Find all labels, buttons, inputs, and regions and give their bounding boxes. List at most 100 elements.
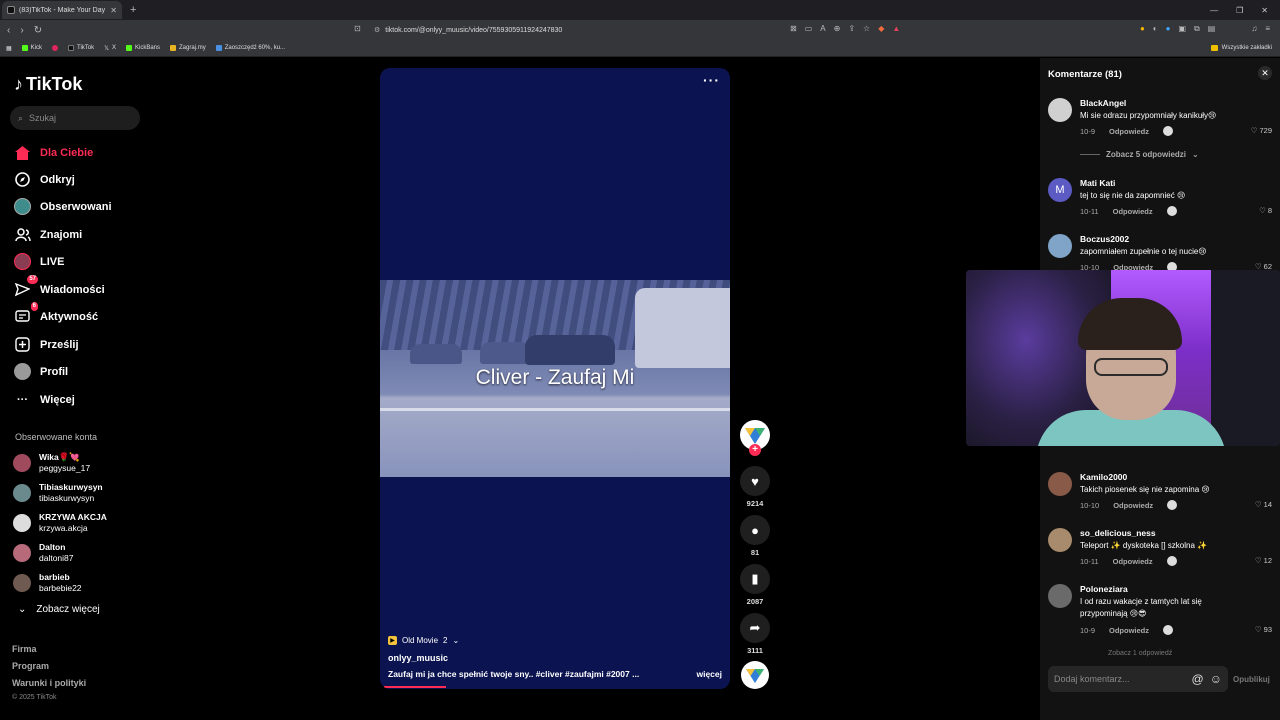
reply-button[interactable]: Odpowiedz <box>1109 626 1149 635</box>
see-more-button[interactable]: ⌄ Zobacz więcej <box>18 604 100 615</box>
nav-for-you[interactable]: Dla Ciebie <box>14 144 93 161</box>
more-link[interactable]: więcej <box>696 669 722 679</box>
save-button[interactable]: ▮ 2087 <box>740 564 770 606</box>
extension-icon[interactable]: ● <box>1140 24 1145 34</box>
emoji-icon[interactable]: ☺ <box>1210 672 1222 686</box>
translate-icon[interactable]: A <box>820 24 825 33</box>
video-player[interactable]: ··· Cliver - Zaufaj Mi ▶ Old Movie 2 ⌄ o… <box>380 68 730 689</box>
followed-account[interactable]: Wika🌹💘 peggysue_17 <box>13 452 90 474</box>
like-button[interactable]: ♥ 9214 <box>740 466 770 508</box>
avatar[interactable] <box>1048 98 1072 122</box>
all-bookmarks[interactable]: Wszystkie zakładki <box>1210 45 1272 51</box>
extensions-puzzle-icon[interactable]: ⧉ <box>1194 24 1200 34</box>
view-replies-button[interactable]: Zobacz 5 odpowiedzi ⌄ <box>1080 150 1199 159</box>
extension-icon[interactable]: ● <box>1166 24 1171 34</box>
music-disc[interactable] <box>741 661 769 689</box>
nav-live[interactable]: LIVE <box>14 253 64 270</box>
followed-account[interactable]: Tibiaskurwysyn tibiaskurwysyn <box>13 482 103 504</box>
bookmark-red[interactable] <box>52 45 59 51</box>
music-tag[interactable]: ▶ Old Movie 2 ⌄ <box>388 636 722 645</box>
like-comment-button[interactable]: ♡ 8 <box>1259 206 1272 215</box>
minimize-icon[interactable]: — <box>1210 6 1218 15</box>
nav-following[interactable]: Obserwowani <box>14 198 112 215</box>
bookmark-x[interactable]: 𝕏X <box>104 45 116 52</box>
nav-upload[interactable]: Prześlij <box>14 336 79 353</box>
zoom-icon[interactable]: ⊕ <box>834 24 841 33</box>
footer-program[interactable]: Program <box>12 661 49 671</box>
reply-button[interactable]: Odpowiedz <box>1113 501 1153 510</box>
bookmark-kick[interactable]: Kick <box>21 45 42 51</box>
nav-activity[interactable]: 6 Aktywność <box>14 302 98 325</box>
followed-account[interactable]: barbieb barbebie22 <box>13 572 82 594</box>
reload-icon[interactable]: ↻ <box>34 25 42 36</box>
like-comment-button[interactable]: ♡ 14 <box>1255 500 1272 509</box>
avatar[interactable]: M <box>1048 178 1072 202</box>
more-options-icon[interactable]: ··· <box>703 72 720 88</box>
extension-icon[interactable]: ◐ <box>1153 24 1158 34</box>
menu-icon[interactable]: ≡ <box>1265 24 1270 34</box>
reply-button[interactable]: Odpowiedz <box>1113 557 1153 566</box>
bookmark-star-icon[interactable]: ⊡ <box>354 24 361 33</box>
share-button[interactable]: ➦ 3111 <box>740 613 770 655</box>
nav-friends[interactable]: Znajomi <box>14 226 82 243</box>
post-comment-button[interactable]: Opublikuj <box>1233 675 1270 684</box>
like-comment-button[interactable]: ♡ 729 <box>1251 126 1272 135</box>
star-icon[interactable]: ☆ <box>863 24 870 33</box>
cast-icon[interactable]: ⊠ <box>790 24 797 33</box>
back-icon[interactable]: ‹ <box>7 25 10 36</box>
nav-profile[interactable]: Profil <box>14 363 68 380</box>
video-progress[interactable] <box>384 686 446 688</box>
browser-tab[interactable]: (83)TikTok - Make Your Day ✕ <box>2 1 122 19</box>
tiktok-logo[interactable]: ♪ TikTok <box>14 74 82 95</box>
bookmark-tiktok[interactable]: TikTok <box>68 45 94 51</box>
close-icon[interactable]: ✕ <box>1258 66 1272 80</box>
new-tab-icon[interactable]: + <box>130 4 136 16</box>
media-icon[interactable]: ♫ <box>1251 24 1257 34</box>
bookmark-zagraj[interactable]: Zagraj.my <box>170 45 206 51</box>
close-window-icon[interactable]: ✕ <box>1261 6 1268 15</box>
followed-account[interactable]: KRZYWA AKCJA krzywa.akcja <box>13 512 107 534</box>
share-count: 3111 <box>747 646 763 655</box>
rewards-icon[interactable]: ▲ <box>892 24 900 33</box>
footer-terms[interactable]: Warunki i polityki <box>12 678 86 688</box>
apps-icon[interactable]: ▦ <box>6 45 12 52</box>
avatar[interactable] <box>1048 584 1072 608</box>
video-author[interactable]: onlyy_muusic <box>388 653 722 663</box>
follow-plus-icon[interactable]: + <box>749 444 761 456</box>
site-info-icon[interactable]: ⚙ <box>374 26 380 34</box>
followed-account[interactable]: Dalton daltoni87 <box>13 542 74 564</box>
avatar[interactable] <box>1048 528 1072 552</box>
brave-shield-icon[interactable]: ◆ <box>878 24 884 33</box>
bookmark-discount[interactable]: Zaoszczędź 60%, ku... <box>215 45 285 51</box>
pip-icon[interactable]: ▭ <box>805 24 813 33</box>
comment-input[interactable]: Dodaj komentarz... @ ☺ <box>1048 666 1228 692</box>
search-placeholder: Szukaj <box>29 113 57 123</box>
view-replies-partial[interactable]: Zobacz 1 odpowiedź <box>1108 650 1172 657</box>
restore-icon[interactable]: ❐ <box>1236 6 1243 15</box>
messages-badge: 57 <box>27 275 38 284</box>
nav-explore[interactable]: Odkryj <box>14 171 75 188</box>
extension-icon[interactable]: ▣ <box>1178 24 1186 34</box>
reply-button[interactable]: Odpowiedz <box>1109 127 1149 136</box>
nav-more[interactable]: ··· Więcej <box>14 391 75 408</box>
sidebar-icon[interactable]: ▤ <box>1208 24 1216 34</box>
close-tab-icon[interactable]: ✕ <box>110 6 117 15</box>
reply-button[interactable]: Odpowiedz <box>1113 207 1153 216</box>
avatar <box>13 514 31 532</box>
like-comment-button[interactable]: ♡ 93 <box>1255 625 1272 634</box>
search-input[interactable]: ⌕ Szukaj <box>10 106 140 130</box>
home-icon <box>14 144 31 161</box>
bookmark-kickbans[interactable]: KickBans <box>126 45 160 51</box>
avatar[interactable] <box>1048 472 1072 496</box>
live-icon <box>14 253 31 270</box>
bookmark-icon: ▮ <box>740 564 770 594</box>
comment-button[interactable]: ● 81 <box>740 515 770 557</box>
share-icon[interactable]: ⇪ <box>848 24 855 33</box>
avatar[interactable] <box>1048 234 1072 258</box>
footer-company[interactable]: Firma <box>12 644 37 654</box>
mention-icon[interactable]: @ <box>1192 672 1204 686</box>
forward-icon[interactable]: › <box>20 25 23 36</box>
nav-messages[interactable]: 57 Wiadomości <box>14 275 105 298</box>
comment-icon: ● <box>740 515 770 545</box>
like-comment-button[interactable]: ♡ 12 <box>1255 556 1272 565</box>
